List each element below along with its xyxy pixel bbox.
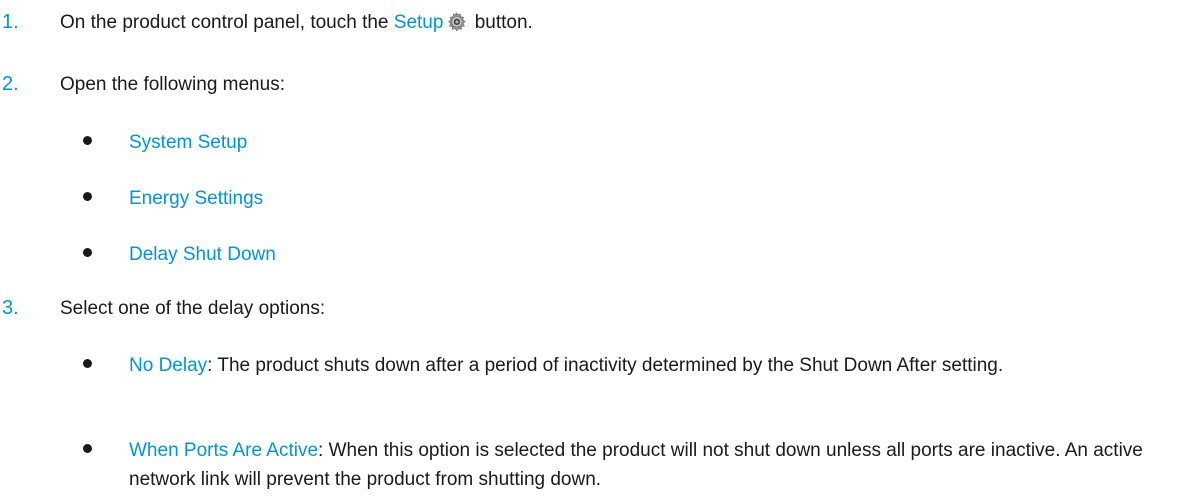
step-text-suffix: button. xyxy=(469,12,533,33)
bullet-icon xyxy=(83,192,92,201)
option-text: No Delay: The product shuts down after a… xyxy=(129,351,1159,380)
bullet-icon xyxy=(83,136,92,145)
step-number: 3. xyxy=(2,297,19,319)
menu-item-energy-settings[interactable]: Energy Settings xyxy=(129,184,1159,213)
step-number: 1. xyxy=(2,11,19,33)
step-text: On the product control panel, touch the … xyxy=(60,11,533,35)
bullet-icon xyxy=(83,248,92,257)
setup-link[interactable]: Setup xyxy=(394,12,444,33)
menu-item-system-setup[interactable]: System Setup xyxy=(129,128,1159,157)
option-when-ports-are-active[interactable]: When Ports Are Active xyxy=(129,440,318,461)
bullet-icon xyxy=(83,444,92,453)
menu-item-delay-shut-down[interactable]: Delay Shut Down xyxy=(129,240,1159,269)
option-description: : The product shuts down after a period … xyxy=(207,355,1004,376)
step-text: Open the following menus: xyxy=(60,74,285,95)
option-text: When Ports Are Active: When this option … xyxy=(129,436,1159,494)
step-text: Select one of the delay options: xyxy=(60,298,326,319)
option-no-delay[interactable]: No Delay xyxy=(129,355,207,376)
bullet-icon xyxy=(83,359,92,368)
gear-icon xyxy=(448,12,467,32)
step-number: 2. xyxy=(2,73,19,95)
step-text-prefix: On the product control panel, touch the xyxy=(60,12,394,33)
